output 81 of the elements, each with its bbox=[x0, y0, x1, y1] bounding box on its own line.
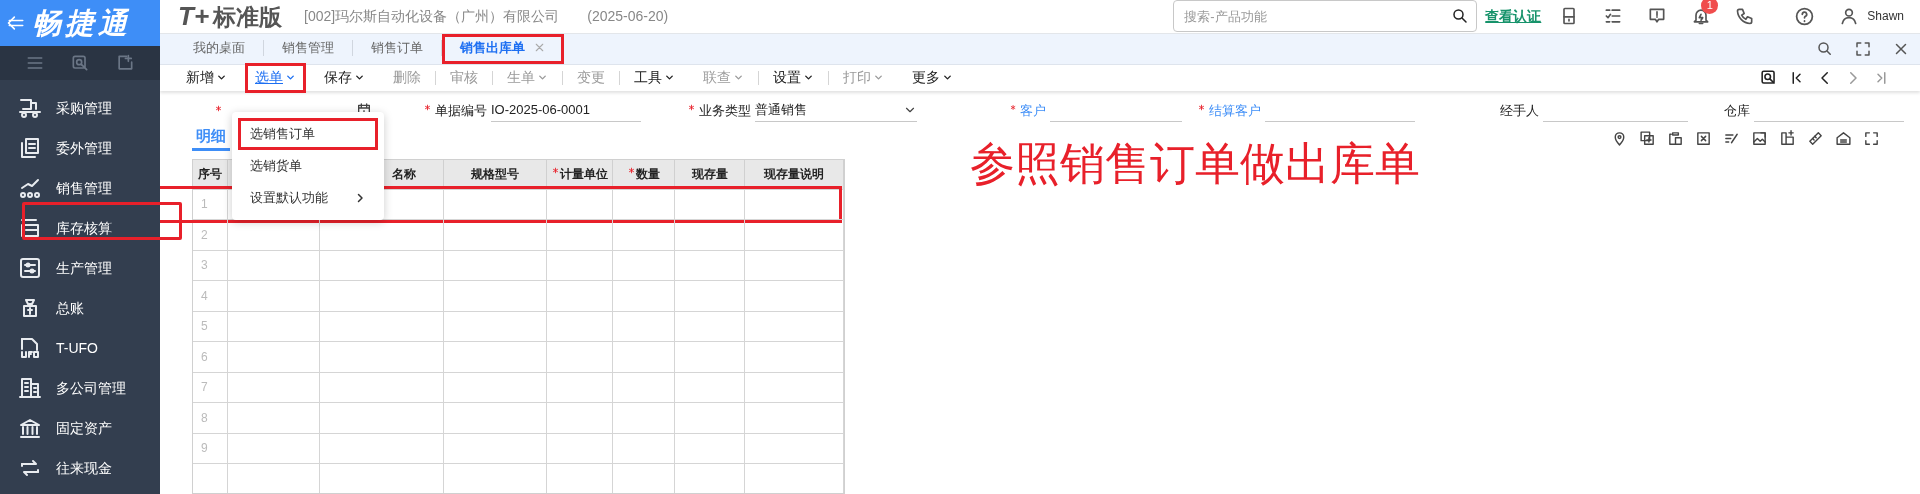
document-icon bbox=[18, 136, 42, 160]
sidebar-item[interactable]: 生产管理 bbox=[0, 248, 160, 288]
required-asterisk-icon bbox=[1010, 103, 1017, 111]
home-icon[interactable] bbox=[1835, 130, 1852, 147]
phone-icon[interactable] bbox=[1735, 6, 1756, 27]
column-header: 计量单位 bbox=[547, 159, 613, 189]
product-name: 标准版 bbox=[213, 6, 283, 30]
menu-item[interactable]: 选销售订单 bbox=[238, 118, 378, 150]
select-field[interactable]: 普通销售 bbox=[755, 99, 917, 122]
row-number: 1 bbox=[193, 189, 228, 219]
tab[interactable]: 我的桌面 bbox=[175, 33, 263, 64]
stack-icon bbox=[18, 216, 42, 240]
cart-icon bbox=[18, 96, 42, 120]
ufo-report-icon bbox=[18, 336, 42, 360]
business-date: (2025-06-20) bbox=[587, 6, 669, 26]
user-name[interactable]: Shawn bbox=[1867, 7, 1904, 26]
verify-link[interactable]: 查看认证 bbox=[1485, 5, 1542, 27]
company-name: [002]玛尔斯自动化设备（广州）有限公司 bbox=[304, 6, 560, 26]
search-field[interactable]: 搜索-产品功能 bbox=[1173, 0, 1478, 33]
tab[interactable]: 销售订单 bbox=[353, 33, 441, 64]
copy-add-icon[interactable] bbox=[1639, 130, 1656, 147]
row-number: 7 bbox=[193, 372, 228, 402]
paste-icon[interactable] bbox=[1667, 130, 1684, 147]
ruler-icon[interactable] bbox=[1807, 130, 1824, 147]
fullscreen-icon[interactable] bbox=[1854, 39, 1872, 58]
tab[interactable]: 销售出库单 bbox=[442, 33, 564, 64]
delete-row-icon[interactable] bbox=[1695, 130, 1712, 147]
notification-badge: 1 bbox=[1701, 0, 1719, 15]
row-number: 8 bbox=[193, 403, 228, 433]
row-number: 4 bbox=[193, 281, 228, 311]
sliders-icon bbox=[18, 256, 42, 280]
back-arrow-icon[interactable] bbox=[6, 13, 26, 33]
search-icon[interactable] bbox=[1816, 39, 1834, 58]
required-asterisk-icon bbox=[688, 103, 695, 111]
sidebar-item[interactable]: 销售管理 bbox=[0, 168, 160, 208]
column-header: 现存量 bbox=[675, 159, 745, 189]
row-number: 5 bbox=[193, 311, 228, 341]
required-asterisk-icon bbox=[627, 166, 635, 174]
toolbar-button[interactable]: 更多 bbox=[904, 64, 961, 91]
sidebar-item[interactable]: 库存核算 bbox=[0, 208, 160, 248]
column-header: 现存量说明 bbox=[745, 159, 844, 189]
required-asterisk-icon bbox=[1198, 103, 1205, 111]
field-label: 单据编号 bbox=[435, 101, 487, 120]
sidebar-item[interactable]: 委外管理 bbox=[0, 128, 160, 168]
sidebar-item[interactable]: 采购管理 bbox=[0, 88, 160, 128]
sidebar-item[interactable]: 总账 bbox=[0, 288, 160, 328]
sidebar-item[interactable]: 多公司管理 bbox=[0, 368, 160, 408]
required-asterisk-icon bbox=[215, 104, 222, 112]
required-asterisk-icon bbox=[424, 103, 431, 111]
row-number: 3 bbox=[193, 250, 228, 280]
toolbar-button[interactable]: 保存 bbox=[316, 64, 373, 91]
required-asterisk-icon bbox=[551, 166, 559, 174]
add-icon[interactable] bbox=[115, 53, 136, 73]
fullscreen-icon[interactable] bbox=[1863, 130, 1880, 147]
field-label: 经手人 bbox=[1500, 101, 1539, 120]
toolbar-button[interactable]: 新增 bbox=[178, 64, 235, 91]
building-icon bbox=[18, 376, 42, 400]
column-header: 规格型号 bbox=[444, 159, 547, 189]
help-icon[interactable] bbox=[1794, 5, 1816, 27]
toolbar-button[interactable]: 设置 bbox=[765, 64, 822, 91]
image-upload-icon[interactable] bbox=[1751, 130, 1768, 147]
toolbar-button[interactable]: 工具 bbox=[626, 64, 683, 91]
sidebar-item[interactable]: 往来现金 bbox=[0, 448, 160, 488]
column-header: 序号 bbox=[193, 159, 228, 189]
bank-icon bbox=[18, 416, 42, 440]
chart-icon bbox=[18, 176, 42, 200]
annotation-text: 参照销售订单做出库单 bbox=[970, 140, 1420, 186]
row-number: 6 bbox=[193, 342, 228, 372]
tab[interactable]: 销售管理 bbox=[264, 33, 352, 64]
product-mark: T+ bbox=[178, 3, 210, 30]
field-label: 业务类型 bbox=[699, 101, 751, 120]
column-header: 数量 bbox=[613, 159, 675, 189]
row-number: 2 bbox=[193, 220, 228, 250]
field-label: 仓库 bbox=[1724, 101, 1750, 120]
search-icon[interactable] bbox=[1451, 7, 1470, 26]
sidebar-item[interactable]: 固定资产 bbox=[0, 408, 160, 448]
grid-icon[interactable] bbox=[1779, 130, 1796, 147]
row-number: 9 bbox=[193, 433, 228, 463]
input-field[interactable]: IO-2025-06-0001 bbox=[491, 99, 641, 122]
logo-text: 畅捷通 bbox=[32, 8, 131, 38]
sidebar-item[interactable]: T-UFO bbox=[0, 328, 160, 368]
